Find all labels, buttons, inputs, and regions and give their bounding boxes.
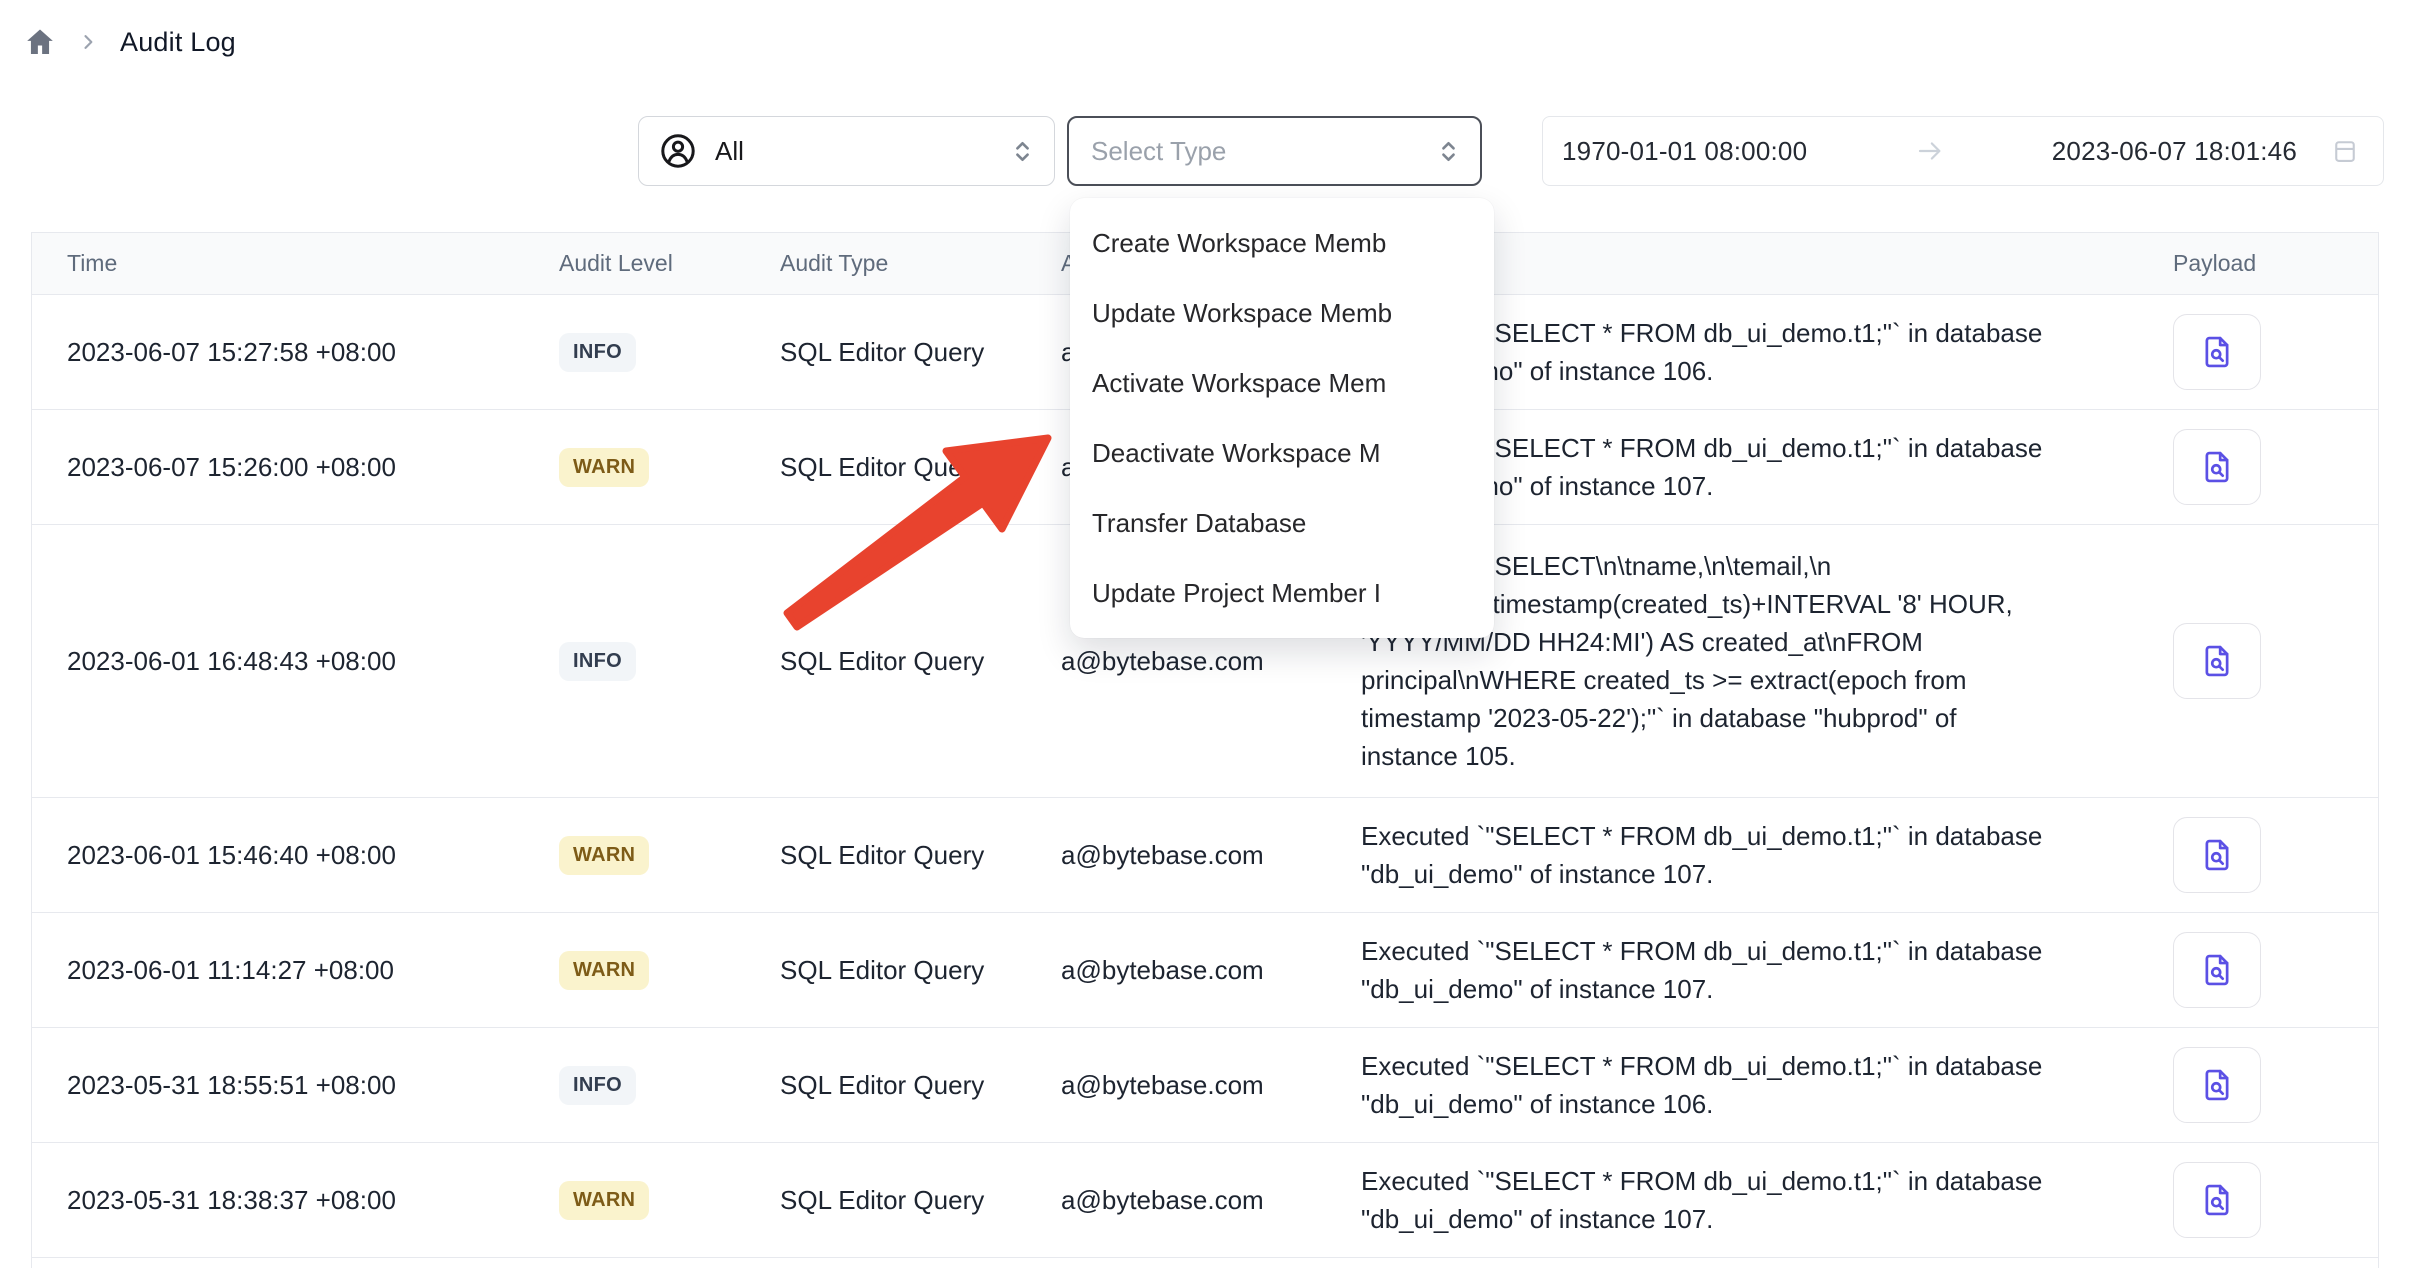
cell-audit-type: SQL Editor Query bbox=[745, 337, 1035, 368]
date-range-start[interactable]: 1970-01-01 08:00:00 bbox=[1562, 136, 1807, 167]
cell-audit-type: SQL Editor Query bbox=[745, 1070, 1035, 1101]
calendar-icon bbox=[2331, 137, 2359, 165]
type-dropdown-menu: Create Workspace Memb Update Workspace M… bbox=[1070, 198, 1494, 638]
cell-time: 2023-05-31 18:55:51 +08:00 bbox=[32, 1070, 524, 1101]
cell-audit-type: SQL Editor Query bbox=[745, 840, 1035, 871]
type-filter-placeholder: Select Type bbox=[1091, 136, 1226, 167]
table-row: 2023-06-01 11:14:27 +08:00 WARN SQL Edit… bbox=[32, 913, 2378, 1028]
cell-actor: a@bytebase.com bbox=[1035, 646, 1326, 677]
type-filter-select[interactable]: Select Type bbox=[1067, 116, 1482, 186]
header-time: Time bbox=[32, 250, 524, 277]
cell-payload bbox=[2146, 314, 2380, 390]
cell-audit-type: SQL Editor Query bbox=[745, 646, 1035, 677]
cell-payload bbox=[2146, 1047, 2380, 1123]
cell-actor: a@bytebase.com bbox=[1035, 1185, 1326, 1216]
cell-audit-level: WARN bbox=[524, 951, 745, 990]
document-search-icon bbox=[2198, 333, 2236, 371]
cell-payload bbox=[2146, 817, 2380, 893]
view-payload-button[interactable] bbox=[2173, 1162, 2261, 1238]
page-title: Audit Log bbox=[120, 27, 236, 58]
view-payload-button[interactable] bbox=[2173, 623, 2261, 699]
view-payload-button[interactable] bbox=[2173, 817, 2261, 893]
home-icon[interactable] bbox=[24, 26, 56, 58]
person-icon bbox=[659, 132, 697, 170]
view-payload-button[interactable] bbox=[2173, 429, 2261, 505]
document-search-icon bbox=[2198, 951, 2236, 989]
type-option-activate-workspace-member[interactable]: Activate Workspace Mem bbox=[1070, 348, 1494, 418]
cell-comment: Executed `"SELECT * FROM db_ui_demo.t1;"… bbox=[1326, 1162, 2146, 1238]
cell-time: 2023-06-07 15:26:00 +08:00 bbox=[32, 452, 524, 483]
cell-audit-level: INFO bbox=[524, 642, 745, 681]
header-audit-level: Audit Level bbox=[524, 250, 745, 277]
cell-payload bbox=[2146, 1162, 2380, 1238]
document-search-icon bbox=[2198, 642, 2236, 680]
arrow-right-icon bbox=[1915, 136, 1945, 166]
date-range-end[interactable]: 2023-06-07 18:01:46 bbox=[2052, 136, 2297, 167]
cell-payload bbox=[2146, 623, 2380, 699]
type-option-transfer-database[interactable]: Transfer Database bbox=[1070, 488, 1494, 558]
document-search-icon bbox=[2198, 836, 2236, 874]
cell-comment: Executed `"SELECT * FROM db_ui_demo.t1;"… bbox=[1326, 817, 2146, 893]
cell-audit-level: WARN bbox=[524, 1181, 745, 1220]
filter-bar: All Select Type 1970-01-01 08:00:00 2023… bbox=[0, 116, 2410, 186]
actor-filter-select[interactable]: All bbox=[638, 116, 1055, 186]
status-badge: INFO bbox=[559, 642, 636, 681]
cell-actor: a@bytebase.com bbox=[1035, 955, 1326, 986]
cell-actor: a@bytebase.com bbox=[1035, 840, 1326, 871]
table-row: 2023-06-01 15:46:40 +08:00 WARN SQL Edit… bbox=[32, 798, 2378, 913]
cell-audit-level: WARN bbox=[524, 836, 745, 875]
select-arrows-icon bbox=[1435, 138, 1462, 165]
status-badge: INFO bbox=[559, 333, 636, 372]
view-payload-button[interactable] bbox=[2173, 314, 2261, 390]
document-search-icon bbox=[2198, 1066, 2236, 1104]
document-search-icon bbox=[2198, 448, 2236, 486]
cell-time: 2023-06-01 15:46:40 +08:00 bbox=[32, 840, 524, 871]
document-search-icon bbox=[2198, 1181, 2236, 1219]
type-option-create-workspace-member[interactable]: Create Workspace Memb bbox=[1070, 208, 1494, 278]
cell-payload bbox=[2146, 429, 2380, 505]
cell-time: 2023-06-01 11:14:27 +08:00 bbox=[32, 955, 524, 986]
audit-log-page: Audit Log All Select Type 1970-01 bbox=[0, 0, 2410, 1268]
status-badge: WARN bbox=[559, 448, 649, 487]
cell-time: 2023-06-07 15:27:58 +08:00 bbox=[32, 337, 524, 368]
cell-comment: Executed `"SELECT * FROM db_ui_demo.t1;"… bbox=[1326, 932, 2146, 1008]
status-badge: INFO bbox=[559, 1066, 636, 1105]
table-row: 2023-05-31 18:55:51 +08:00 INFO SQL Edit… bbox=[32, 1028, 2378, 1143]
status-badge: WARN bbox=[559, 836, 649, 875]
cell-audit-level: INFO bbox=[524, 333, 745, 372]
type-option-deactivate-workspace-member[interactable]: Deactivate Workspace M bbox=[1070, 418, 1494, 488]
header-audit-type: Audit Type bbox=[745, 250, 1035, 277]
cell-actor: a@bytebase.com bbox=[1035, 1070, 1326, 1101]
table-row: 2023-05-31 18:38:37 +08:00 WARN SQL Edit… bbox=[32, 1143, 2378, 1258]
cell-audit-type: SQL Editor Query bbox=[745, 452, 1035, 483]
type-option-update-project-member[interactable]: Update Project Member I bbox=[1070, 558, 1494, 628]
status-badge: WARN bbox=[559, 951, 649, 990]
cell-audit-level: INFO bbox=[524, 1066, 745, 1105]
cell-audit-type: SQL Editor Query bbox=[745, 955, 1035, 986]
cell-audit-level: WARN bbox=[524, 448, 745, 487]
chevron-right-icon bbox=[78, 32, 98, 52]
cell-audit-type: SQL Editor Query bbox=[745, 1185, 1035, 1216]
select-arrows-icon bbox=[1009, 138, 1036, 165]
cell-comment: Executed `"SELECT * FROM db_ui_demo.t1;"… bbox=[1326, 1047, 2146, 1123]
type-option-update-workspace-member[interactable]: Update Workspace Memb bbox=[1070, 278, 1494, 348]
date-range-picker[interactable]: 1970-01-01 08:00:00 2023-06-07 18:01:46 bbox=[1542, 116, 2384, 186]
breadcrumb: Audit Log bbox=[24, 26, 236, 58]
view-payload-button[interactable] bbox=[2173, 1047, 2261, 1123]
header-payload: Payload bbox=[2146, 250, 2380, 277]
status-badge: WARN bbox=[559, 1181, 649, 1220]
actor-filter-value: All bbox=[715, 136, 744, 167]
cell-payload bbox=[2146, 932, 2380, 1008]
cell-time: 2023-06-01 16:48:43 +08:00 bbox=[32, 646, 524, 677]
cell-time: 2023-05-31 18:38:37 +08:00 bbox=[32, 1185, 524, 1216]
view-payload-button[interactable] bbox=[2173, 932, 2261, 1008]
